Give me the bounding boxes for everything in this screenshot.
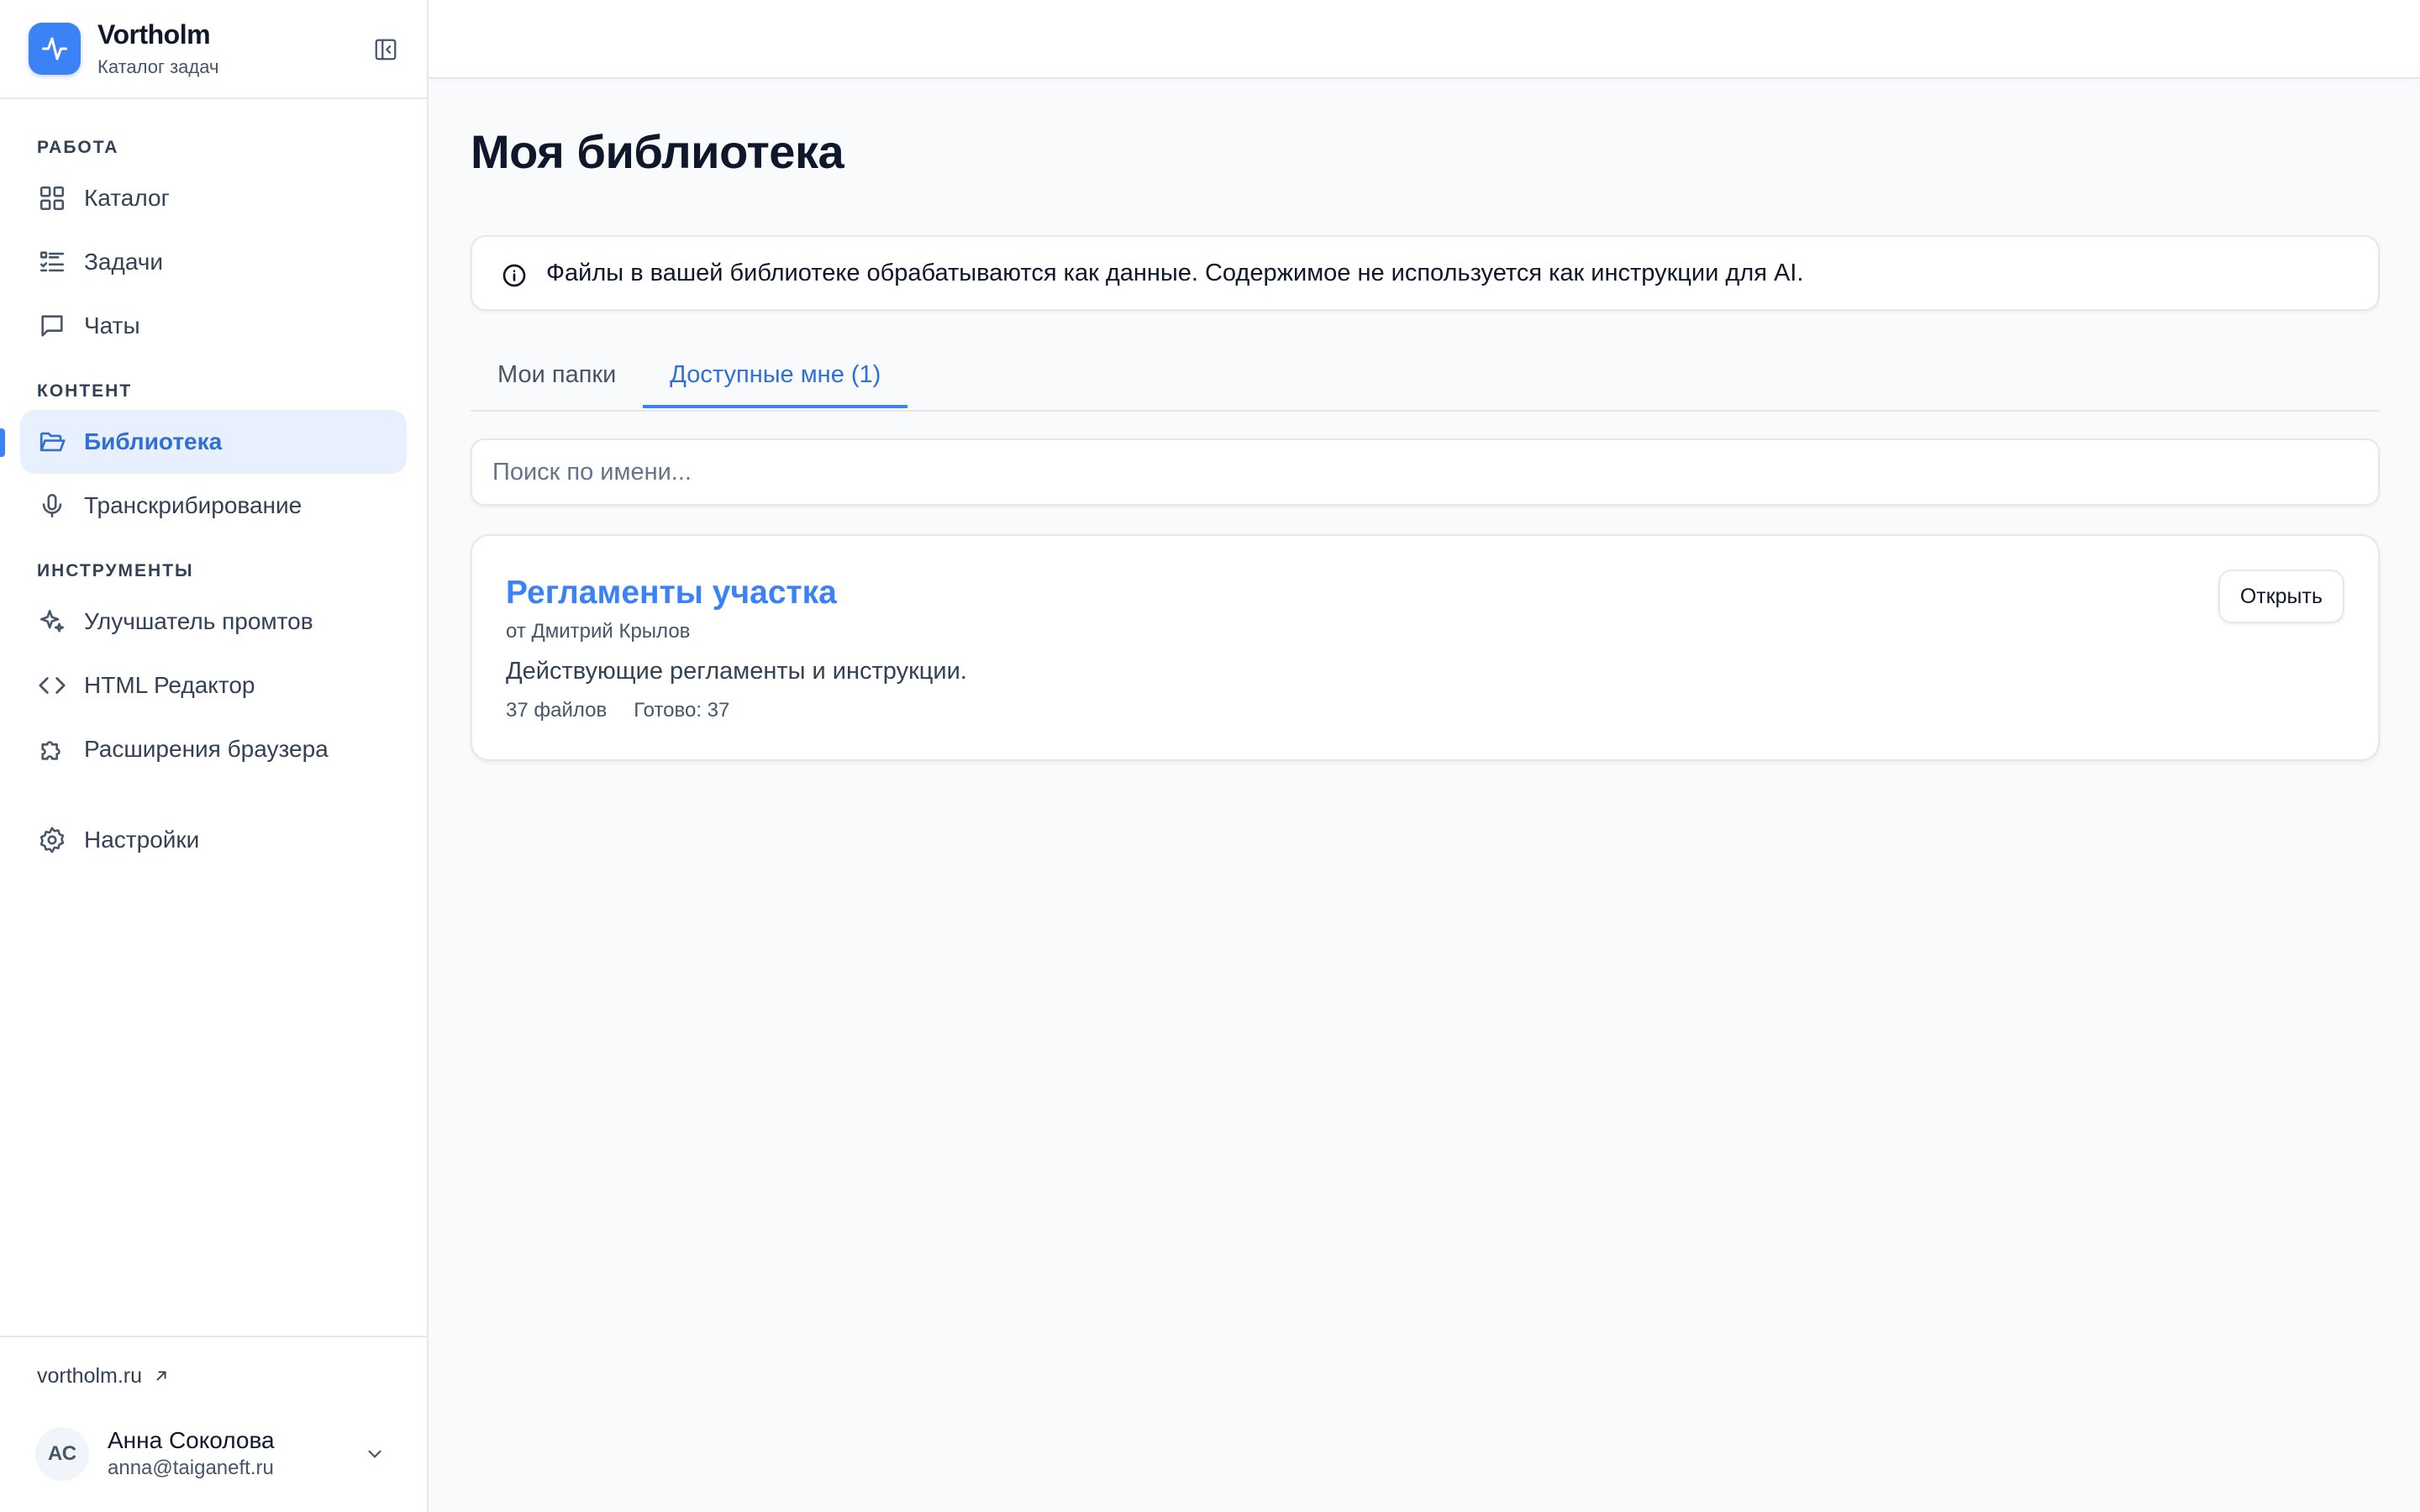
folder-description: Действующие регламенты и инструкции.: [506, 658, 967, 685]
grid-icon: [37, 183, 67, 213]
sidebar-item-label: Задачи: [84, 249, 164, 275]
user-email: anna@taiganeft.ru: [108, 1457, 274, 1479]
folder-owner: от Дмитрий Крылов: [506, 620, 691, 643]
microphone-icon: [37, 491, 67, 521]
sparkles-icon: [37, 606, 67, 637]
library-tabs: Мои папки Доступные мне (1): [471, 348, 2380, 412]
page-title: Моя библиотека: [471, 125, 844, 178]
brand-name: Vortholm: [97, 19, 211, 50]
search-input[interactable]: [471, 438, 2380, 506]
sidebar-nav: РАБОТА Каталог Задачи Чаты КОНТЕНТ Библи…: [0, 99, 427, 1336]
folder-ready-count: Готово: 37: [634, 699, 730, 722]
sidebar-item-label: Чаты: [84, 312, 140, 339]
sidebar: Vortholm Каталог задач РАБОТА Каталог За…: [0, 0, 429, 1512]
open-button[interactable]: Открыть: [2217, 570, 2344, 623]
info-notice: Файлы в вашей библиотеке обрабатываются …: [471, 235, 2380, 311]
user-menu[interactable]: АС Анна Соколова anna@taiganeft.ru: [35, 1408, 390, 1500]
brand-subtitle: Каталог задач: [97, 56, 219, 77]
notice-text: Файлы в вашей библиотеке обрабатываются …: [546, 259, 1804, 286]
chevron-down-icon[interactable]: [360, 1439, 390, 1469]
nav-section-tools: ИНСТРУМЕНТЫ: [37, 561, 194, 580]
code-icon: [37, 670, 67, 701]
chat-icon: [37, 311, 67, 341]
sidebar-item-label: Улучшатель промтов: [84, 608, 313, 634]
puzzle-icon: [37, 734, 67, 764]
site-link-label: vortholm.ru: [37, 1363, 143, 1388]
sidebar-item-prompt-improver[interactable]: Улучшатель промтов: [20, 590, 407, 654]
nav-section-content: КОНТЕНТ: [37, 381, 133, 401]
activity-logo-icon: [29, 23, 81, 75]
user-name: Анна Соколова: [108, 1427, 275, 1453]
user-info: Анна Соколова anna@taiganeft.ru: [108, 1426, 360, 1482]
sidebar-item-browser-extensions[interactable]: Расширения браузера: [20, 717, 407, 781]
app-root: Vortholm Каталог задач РАБОТА Каталог За…: [0, 0, 2420, 1512]
sidebar-collapse-button[interactable]: [371, 35, 400, 64]
avatar: АС: [35, 1427, 89, 1481]
external-link-icon: [156, 1371, 166, 1381]
sidebar-item-label: HTML Редактор: [84, 672, 255, 698]
main-content: Моя библиотека Файлы в вашей библиотеке …: [429, 123, 2420, 761]
sidebar-item-catalog[interactable]: Каталог: [20, 166, 407, 230]
sidebar-item-tasks[interactable]: Задачи: [20, 230, 407, 294]
sidebar-item-label: Библиотека: [84, 428, 223, 454]
sidebar-item-library[interactable]: Библиотека: [0, 410, 407, 474]
sidebar-item-transcription[interactable]: Транскрибирование: [20, 474, 407, 538]
info-icon: [499, 260, 529, 291]
list-icon: [37, 247, 67, 277]
tab-shared-with-me[interactable]: Доступные мне (1): [643, 343, 908, 408]
sidebar-item-label: Настройки: [84, 827, 200, 853]
sidebar-item-label: Каталог: [84, 185, 170, 211]
folder-meta: 37 файлов Готово: 37: [506, 697, 2344, 724]
sidebar-item-chats[interactable]: Чаты: [20, 294, 407, 358]
panel-left-close-icon: [375, 39, 397, 60]
site-link[interactable]: vortholm.ru: [37, 1344, 390, 1408]
folder-card: Регламенты участка от Дмитрий Крылов Дей…: [471, 534, 2380, 761]
sidebar-item-label: Расширения браузера: [84, 736, 329, 762]
brand-text: Vortholm Каталог задач: [97, 18, 218, 80]
nav-section-work: РАБОТА: [37, 138, 119, 157]
folder-title-link[interactable]: Регламенты участка: [506, 573, 837, 613]
sidebar-footer: vortholm.ru АС Анна Соколова anna@taigan…: [0, 1336, 427, 1512]
brand-header: Vortholm Каталог задач: [0, 0, 427, 99]
sidebar-item-html-editor[interactable]: HTML Редактор: [20, 654, 407, 717]
sidebar-item-settings[interactable]: Настройки: [20, 808, 407, 872]
tab-my-folders[interactable]: Мои папки: [471, 343, 643, 407]
gear-icon: [37, 825, 67, 855]
sidebar-item-label: Транскрибирование: [84, 492, 302, 518]
top-bar: [429, 0, 2420, 79]
folder-open-icon: [37, 427, 67, 457]
main-area: Моя библиотека Файлы в вашей библиотеке …: [429, 0, 2420, 1512]
folder-file-count: 37 файлов: [506, 699, 608, 722]
